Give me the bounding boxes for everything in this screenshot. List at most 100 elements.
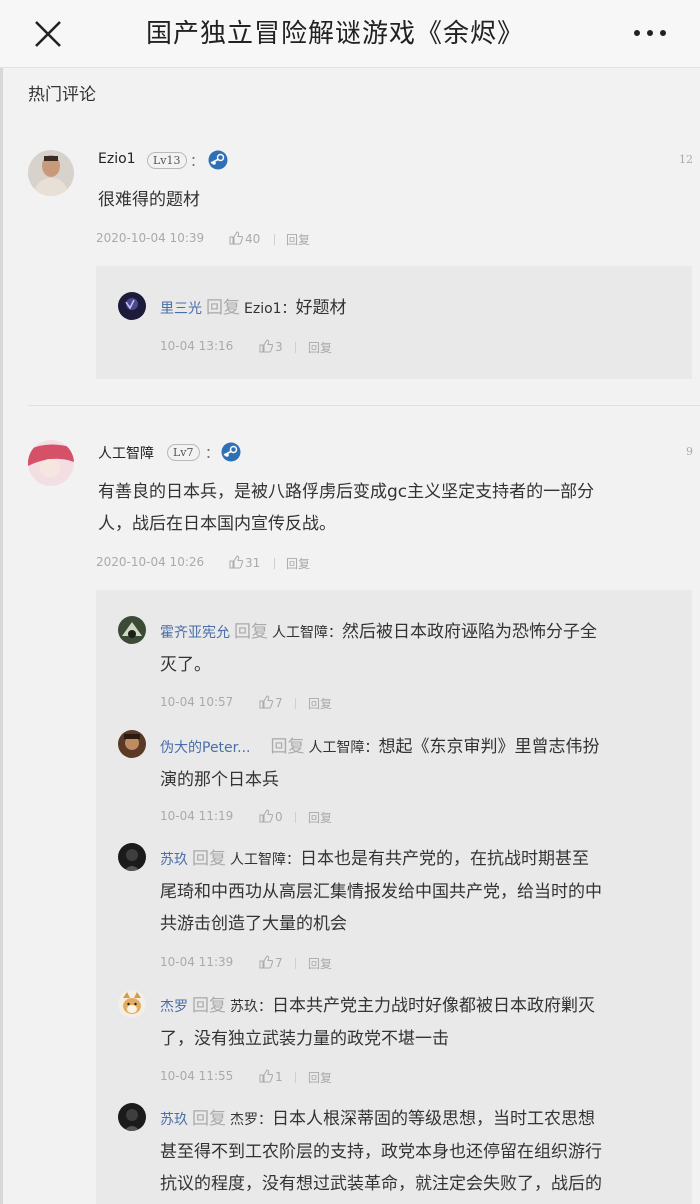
floor-number: 9 xyxy=(686,445,693,458)
level-badge: Lv7 xyxy=(167,444,200,461)
thumbs-up-icon xyxy=(259,339,274,353)
steam-icon xyxy=(208,150,228,170)
reply-author[interactable]: 苏玖 xyxy=(160,1112,188,1128)
level-badge: Lv13 xyxy=(147,152,187,169)
reply-text: 日本也是有共产党的，在抗战时期甚至 xyxy=(300,849,589,869)
like-count: 7 xyxy=(275,956,283,970)
reply-date: 10-04 13:16 xyxy=(160,339,234,353)
reply-item: 苏玖 回复 人工智障：日本也是有共产党的，在抗战时期甚至 尾琦和中西功从高层汇集情报… xyxy=(160,843,680,940)
reply-word: 回复 xyxy=(192,849,226,869)
more-dots-icon xyxy=(660,30,666,36)
more-dots-icon xyxy=(634,30,640,36)
close-icon xyxy=(35,21,61,47)
hot-comments-heading: 热门评论 xyxy=(28,85,96,105)
separator xyxy=(295,342,296,353)
reply-text: 灭了。 xyxy=(160,655,211,675)
comment-text: 有善良的日本兵，是被八路俘虏后变成gc主义坚定支持者的一部分 人，战后在日本国内… xyxy=(98,476,678,540)
reply-text: 日本人根深蒂固的等级思想，当时工农思想 xyxy=(272,1109,595,1129)
more-button[interactable] xyxy=(628,18,672,48)
like-button[interactable]: 0 xyxy=(259,809,283,824)
like-button[interactable]: 31 xyxy=(229,555,260,570)
thumbs-up-icon xyxy=(229,555,244,569)
reply-word: 回复 xyxy=(192,1109,226,1129)
avatar[interactable] xyxy=(118,616,146,644)
reply-target[interactable]: 人工智障： xyxy=(308,740,378,756)
avatar[interactable] xyxy=(118,1103,146,1131)
reply-button[interactable]: 回复 xyxy=(286,231,310,248)
like-count: 1 xyxy=(275,1070,283,1084)
reply-button[interactable]: 回复 xyxy=(308,339,332,356)
colon: ： xyxy=(205,446,219,462)
reply-text: 日本共产党主力战时好像都被日本政府剿灭 xyxy=(272,996,595,1016)
reply-text: 想起《东京审判》里曾志伟扮 xyxy=(378,737,600,757)
reply-text: 抗议的程度，没有想过武装革命，就注定会失败了，战后的 xyxy=(160,1174,602,1194)
reply-author[interactable]: 苏玖 xyxy=(160,852,188,868)
comment-date: 2020-10-04 10:39 xyxy=(96,231,205,245)
reply-target[interactable]: Ezio1： xyxy=(244,301,296,317)
reply-text: 然后被日本政府诬陷为恐怖分子全 xyxy=(342,622,597,642)
reply-author[interactable]: 里三光 xyxy=(160,301,202,317)
like-button[interactable]: 40 xyxy=(229,231,260,246)
comment-date: 2020-10-04 10:26 xyxy=(96,555,205,569)
like-button[interactable]: 7 xyxy=(259,955,283,970)
thumbs-up-icon xyxy=(259,1069,274,1083)
avatar[interactable] xyxy=(28,150,74,196)
reply-date: 10-04 10:57 xyxy=(160,695,234,709)
like-button[interactable]: 7 xyxy=(259,695,283,710)
like-count: 7 xyxy=(275,696,283,710)
avatar[interactable] xyxy=(28,440,74,486)
comment-author[interactable]: Ezio1 xyxy=(98,151,136,167)
top-bar: 国产独立冒险解谜游戏《余烬》 xyxy=(0,0,700,68)
reply-word: 回复 xyxy=(192,996,226,1016)
close-button[interactable] xyxy=(28,14,68,54)
reply-text: 尾琦和中西功从高层汇集情报发给中国共产党，给当时的中 xyxy=(160,882,602,902)
reply-word: 回复 xyxy=(270,737,305,757)
thumbs-up-icon xyxy=(229,231,244,245)
reply-text: 演的那个日本兵 xyxy=(160,770,279,790)
separator xyxy=(295,958,296,969)
reply-text: 好题材 xyxy=(295,298,347,318)
reply-item: 苏玖 回复 杰罗：日本人根深蒂固的等级思想，当时工农思想 甚至得不到工农阶层的支持，… xyxy=(160,1103,680,1200)
comment-divider xyxy=(28,405,700,406)
reply-author[interactable]: 杰罗 xyxy=(160,999,188,1015)
separator xyxy=(295,1072,296,1083)
avatar[interactable] xyxy=(118,730,146,758)
reply-item: 霍齐亚宪允 回复 人工智障：然后被日本政府诬陷为恐怖分子全 灭了。 xyxy=(160,616,680,681)
reply-button[interactable]: 回复 xyxy=(308,809,332,826)
reply-button[interactable]: 回复 xyxy=(308,955,332,972)
reply-author[interactable]: 霍齐亚宪允 xyxy=(160,625,230,641)
comment-author[interactable]: 人工智障 xyxy=(98,443,154,463)
reply-word: 回复 xyxy=(206,298,240,318)
reply-text: 了，没有独立武装力量的政党不堪一击 xyxy=(160,1029,449,1049)
avatar[interactable] xyxy=(118,990,146,1018)
reply-button[interactable]: 回复 xyxy=(308,695,332,712)
reply-word: 回复 xyxy=(234,622,268,642)
reply-button[interactable]: 回复 xyxy=(308,1069,332,1086)
separator xyxy=(295,698,296,709)
reply-date: 10-04 11:19 xyxy=(160,809,234,823)
like-count: 0 xyxy=(275,810,283,824)
reply-text: 共游击创造了大量的机会 xyxy=(160,914,347,934)
like-button[interactable]: 3 xyxy=(259,339,283,354)
title-fade xyxy=(530,14,570,54)
avatar[interactable] xyxy=(118,292,146,320)
reply-button[interactable]: 回复 xyxy=(286,555,310,572)
reply-target[interactable]: 人工智障： xyxy=(230,852,300,868)
separator xyxy=(295,812,296,823)
comment-text-line: 人，战后在日本国内宣传反战。 xyxy=(98,514,336,534)
colon: ： xyxy=(190,154,204,170)
reply-target[interactable]: 杰罗： xyxy=(230,1112,272,1128)
comment-text-line: 有善良的日本兵，是被八路俘虏后变成gc主义坚定支持者的一部分 xyxy=(98,482,595,502)
comment-text: 很难得的题材 xyxy=(98,190,200,210)
like-count: 31 xyxy=(245,556,261,570)
avatar[interactable] xyxy=(118,843,146,871)
like-count: 3 xyxy=(275,340,283,354)
separator xyxy=(274,234,275,245)
thumbs-up-icon xyxy=(259,695,274,709)
reply-author[interactable]: 伪大的Peter... xyxy=(160,740,250,756)
reply-target[interactable]: 人工智障： xyxy=(272,625,342,641)
reply-date: 10-04 11:55 xyxy=(160,1069,234,1083)
like-button[interactable]: 1 xyxy=(259,1069,283,1084)
reply-target[interactable]: 苏玖： xyxy=(230,999,272,1015)
reply-text: 甚至得不到工农阶层的支持，政党本身也还停留在组织游行 xyxy=(160,1142,602,1162)
